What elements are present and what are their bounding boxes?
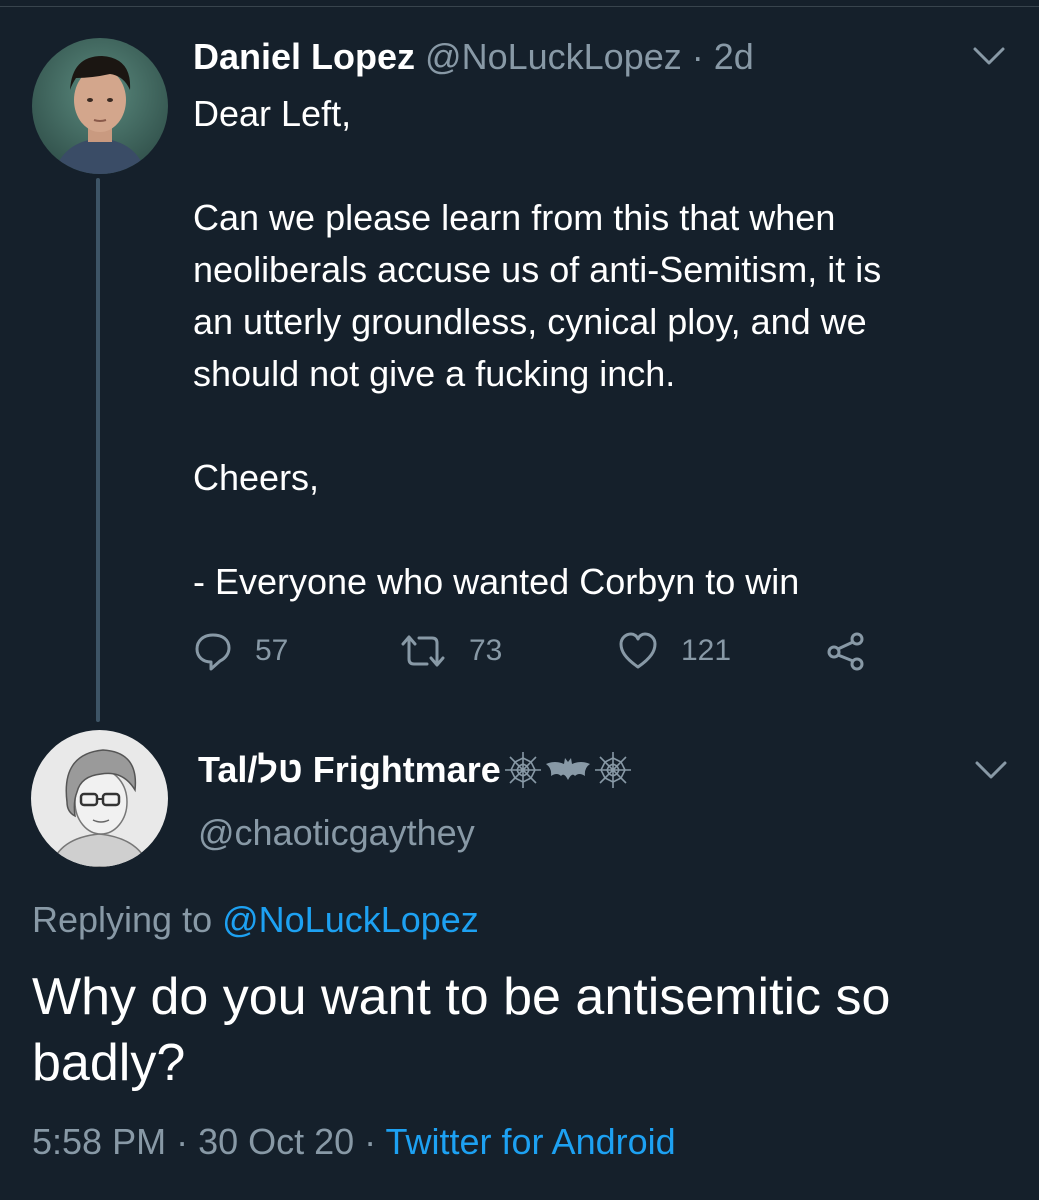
author-name[interactable]: Tal/טל Frightmare (198, 748, 501, 792)
author-name[interactable]: Daniel Lopez (193, 36, 415, 77)
tweet-text: Why do you want to be antisemitic so bad… (32, 968, 891, 1092)
share-icon (827, 632, 864, 671)
tweet-meta: 5:58 PM · 30 Oct 20 · Twitter for Androi… (32, 1120, 676, 1164)
comment-bubble-icon (195, 633, 231, 671)
tweet-header: Daniel Lopez @NoLuckLopez · 2d (193, 36, 754, 78)
bat-icon (545, 758, 590, 780)
header-separator: · (681, 36, 714, 77)
replying-to-line: Replying to @NoLuckLopez (32, 898, 479, 942)
tweet-source[interactable]: Twitter for Android (386, 1121, 676, 1162)
replying-prefix: Replying to (32, 899, 223, 940)
share-action[interactable] (825, 626, 889, 676)
reply-action[interactable]: 57 (193, 626, 288, 676)
chevron-down-icon[interactable] (974, 760, 1008, 780)
meta-separator: · (354, 1121, 386, 1162)
tweet-date[interactable]: 30 Oct 20 (198, 1121, 354, 1162)
top-divider (0, 6, 1039, 7)
meta-separator: · (166, 1121, 199, 1162)
thread-connector-line (96, 178, 100, 722)
like-count: 121 (681, 634, 732, 667)
retweet-action[interactable]: 73 (399, 626, 502, 676)
reply-author-row: Tal/טל Frightmare (198, 748, 633, 792)
retweet-icon (401, 635, 445, 667)
replying-to-link[interactable]: @NoLuckLopez (222, 899, 479, 940)
author-handle[interactable]: @NoLuckLopez (425, 36, 682, 77)
spider-web-icon (504, 752, 541, 788)
tweet-time[interactable]: 5:58 PM (32, 1121, 166, 1162)
spider-web-icon (594, 752, 631, 788)
avatar[interactable] (32, 38, 168, 174)
like-action[interactable]: 121 (617, 626, 731, 676)
name-emojis (503, 750, 633, 790)
tweet-actions: 57 73 121 (193, 626, 893, 676)
avatar[interactable] (31, 730, 168, 867)
heart-icon (619, 632, 657, 669)
author-handle[interactable]: @chaoticgaythey (198, 811, 475, 855)
tweet-time[interactable]: 2d (714, 36, 754, 77)
chevron-down-icon[interactable] (972, 46, 1006, 66)
tweet-text: Dear Left, Can we please learn from this… (193, 93, 882, 602)
retweet-count: 73 (469, 634, 503, 667)
reply-count: 57 (255, 634, 289, 667)
